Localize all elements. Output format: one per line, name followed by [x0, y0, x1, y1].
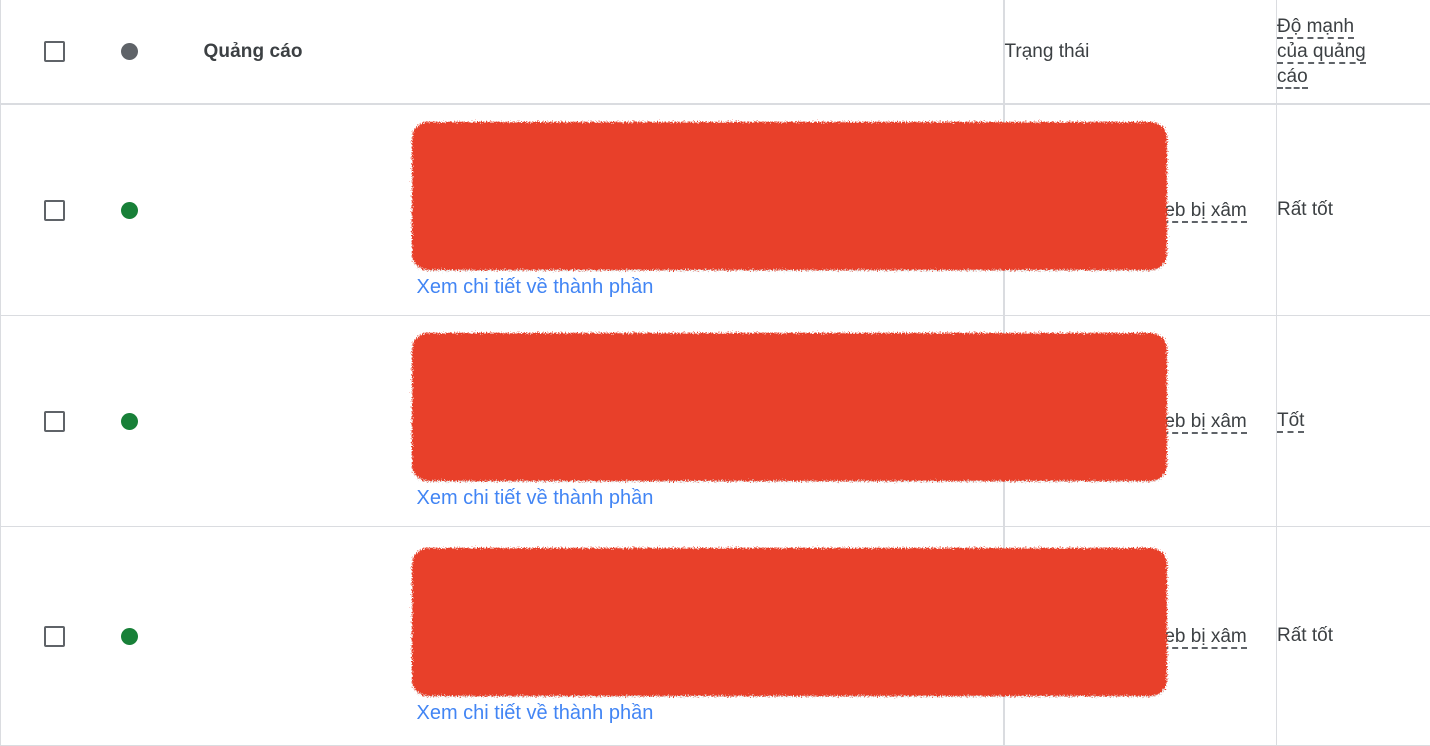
table-row: Xem chi tiết về thành phần Không đủ điều… [1, 527, 1430, 746]
ad-strength-cell: Rất tốt [1277, 527, 1430, 746]
select-all-checkbox[interactable] [44, 41, 65, 62]
enabled-dot-icon [121, 202, 138, 219]
redacted-ad-content [412, 548, 1167, 696]
header-ad-strength-line-2: của quảng [1277, 41, 1366, 64]
header-ad-column[interactable]: Quảng cáo [204, 0, 1004, 104]
header-status-column[interactable]: Trạng thái [1004, 0, 1277, 104]
header-ad-strength-line-3: cáo [1277, 66, 1308, 89]
ad-strength-cell: Tốt [1277, 316, 1430, 527]
ad-strength-cell: Rất tốt [1277, 104, 1430, 316]
status-dot-icon [121, 43, 138, 60]
enabled-dot-icon [121, 413, 138, 430]
ad-preview-cell: Xem chi tiết về thành phần [204, 104, 1004, 316]
redacted-ad-content [412, 122, 1167, 270]
ad-strength-value: Rất tốt [1277, 625, 1333, 646]
header-select-all-cell [1, 0, 104, 104]
header-ad-strength-line-1: Độ mạnh [1277, 16, 1354, 39]
enabled-dot-icon [121, 628, 138, 645]
header-ad-strength-column[interactable]: Độ mạnh của quảng cáo [1277, 0, 1430, 104]
view-asset-details-link[interactable]: Xem chi tiết về thành phần [417, 487, 654, 510]
table-row: Xem chi tiết về thành phần Không đủ điều… [1, 316, 1430, 527]
ad-preview-cell: Xem chi tiết về thành phần [204, 316, 1004, 527]
row-select-cell [1, 527, 104, 746]
ad-preview-cell: Xem chi tiết về thành phần [204, 527, 1004, 746]
row-status-dot-cell [104, 104, 204, 316]
table-row: Xem chi tiết về thành phần Không đủ điều… [1, 104, 1430, 316]
row-status-dot-cell [104, 527, 204, 746]
row-checkbox[interactable] [44, 411, 65, 432]
redacted-ad-content [412, 333, 1167, 481]
row-checkbox[interactable] [44, 200, 65, 221]
row-select-cell [1, 104, 104, 316]
ads-table: Quảng cáo Trạng thái Độ mạnh của quảng c… [0, 0, 1430, 746]
view-asset-details-link[interactable]: Xem chi tiết về thành phần [417, 276, 654, 299]
view-asset-details-link[interactable]: Xem chi tiết về thành phần [417, 702, 654, 725]
header-status-dot-cell [104, 0, 204, 104]
row-checkbox[interactable] [44, 626, 65, 647]
row-status-dot-cell [104, 316, 204, 527]
ad-strength-value[interactable]: Tốt [1277, 410, 1304, 433]
ad-strength-value: Rất tốt [1277, 199, 1333, 220]
table-header-row: Quảng cáo Trạng thái Độ mạnh của quảng c… [1, 0, 1430, 104]
row-select-cell [1, 316, 104, 527]
